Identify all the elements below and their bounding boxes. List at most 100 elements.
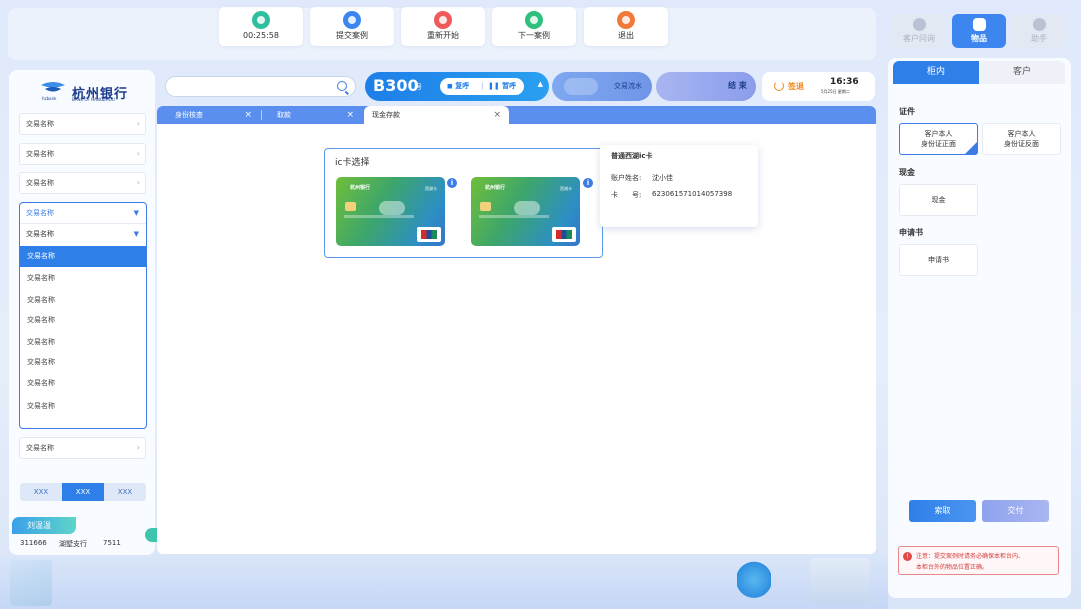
transaction-select-2[interactable]: 交易名称 ›: [19, 143, 146, 165]
teller-name-tag: 刘温温: [12, 517, 76, 534]
warning-line-2: 本柜台外的物品位置正确。: [916, 564, 989, 571]
transaction-flow-button[interactable]: 交易流水: [552, 72, 652, 101]
dropdown-option[interactable]: 交易名称: [20, 332, 146, 353]
transaction-select-value: 交易名称: [26, 179, 54, 187]
transaction-select-3[interactable]: 交易名称 ›: [19, 172, 146, 194]
queue-call-panel: B300 号 ◼ 复呼 | ❚❚ 暂呼 ▲: [365, 72, 549, 101]
transaction-select-value: 交易名称: [26, 444, 54, 452]
tab-customer[interactable]: 客户: [979, 61, 1065, 84]
card-type: 西湖卡: [560, 186, 572, 191]
close-icon[interactable]: ×: [244, 106, 252, 124]
restart-button[interactable]: 重新开始: [401, 7, 485, 46]
teller-id: 311666: [20, 539, 47, 547]
assistant-button[interactable]: 助手: [1012, 14, 1066, 48]
transaction-select-4[interactable]: 交易名称 ›: [19, 437, 146, 459]
ic-card-option-2[interactable]: 杭州银行 西湖卡: [471, 177, 580, 246]
counter-customer-tabs: 柜内 客户: [893, 61, 1066, 84]
search-input[interactable]: [165, 76, 356, 97]
tab-identity-check[interactable]: 身份核查 ×: [160, 106, 260, 124]
id-card-back-item[interactable]: 客户本人 身份证反面: [982, 123, 1061, 155]
chevron-right-icon: ›: [136, 119, 140, 128]
dropdown-head-1[interactable]: 交易名称 ▼: [20, 203, 146, 224]
tab-label: 身份核查: [175, 111, 203, 119]
close-icon[interactable]: ×: [493, 106, 501, 124]
item-line: 身份证正面: [921, 140, 956, 148]
timer-label: 00:25:58: [243, 31, 279, 40]
pause-call-label: 暂呼: [502, 82, 517, 90]
collapse-handle[interactable]: [145, 528, 157, 542]
transaction-select-1[interactable]: 交易名称 ›: [19, 113, 146, 135]
timer-button[interactable]: 00:25:58: [219, 7, 303, 46]
deliver-button[interactable]: 交付: [982, 500, 1049, 522]
restart-icon: [434, 11, 452, 29]
info-icon[interactable]: i: [583, 178, 593, 188]
dropdown-option[interactable]: 交易名称: [20, 352, 146, 373]
signoff-button[interactable]: 签退: [788, 81, 804, 92]
info-icon[interactable]: i: [447, 178, 457, 188]
expand-up-icon[interactable]: ▲: [538, 80, 543, 88]
next-case-button[interactable]: 下一案例: [492, 7, 576, 46]
queue-suffix: 号: [415, 83, 422, 91]
warning-line-1: 注意：提交案例时请务必确保本柜台内、: [916, 553, 1025, 560]
caret-down-icon: ▼: [133, 230, 139, 238]
dropdown-head-2[interactable]: 交易名称 ▼: [20, 224, 146, 245]
next-icon: [525, 11, 543, 29]
dropdown-option[interactable]: 交易名称: [20, 396, 146, 417]
warning-note: ! 注意：提交案例时请务必确保本柜台内、 本柜台外的物品位置正确。: [898, 546, 1059, 575]
dropdown-option[interactable]: 交易名称: [20, 246, 146, 267]
customer-chat-button[interactable]: 客户问询: [892, 14, 946, 48]
section-cash: 现金: [899, 168, 915, 177]
close-icon[interactable]: ×: [346, 106, 354, 124]
cloud-icon: [379, 201, 405, 215]
dropdown-option[interactable]: 交易名称: [20, 310, 146, 331]
chevron-right-icon: ›: [136, 443, 140, 452]
account-name-value: 沈小佳: [652, 174, 673, 182]
exit-button[interactable]: 退出: [584, 7, 668, 46]
application-form-item[interactable]: 申请书: [899, 244, 978, 276]
tab-counter[interactable]: 柜内: [893, 61, 979, 84]
section-application-form: 申请书: [899, 228, 923, 237]
tab-withdrawal[interactable]: 取款 ×: [262, 106, 362, 124]
transaction-flow-label: 交易流水: [614, 82, 642, 90]
dropdown-head-label: 交易名称: [26, 209, 54, 217]
item-line: 客户本人: [924, 130, 953, 138]
recall-icon: ◼: [447, 82, 456, 90]
restart-label: 重新开始: [427, 31, 459, 40]
assistant-label: 助手: [1031, 34, 1047, 43]
transaction-dropdown: 交易名称 ▼ 交易名称 ▼ 交易名称 交易名称 交易名称 交易名称 交易名称 交…: [19, 202, 147, 429]
card-number-label: 卡 号:: [611, 191, 642, 199]
id-card-front-item[interactable]: 客户本人 身份证正面: [899, 123, 978, 155]
flow-icon: [564, 78, 598, 95]
pause-call-button[interactable]: ❚❚ 暂呼: [488, 78, 516, 95]
warning-icon: !: [903, 552, 912, 561]
cash-item[interactable]: 现金: [899, 184, 978, 216]
segment-option-1[interactable]: XXX: [20, 483, 62, 501]
card-number-value: 6230615710140573​98: [652, 190, 733, 198]
card-number-strip: [479, 215, 549, 218]
items-button[interactable]: 物品: [952, 14, 1006, 48]
dropdown-option[interactable]: 交易名称: [20, 268, 146, 289]
tab-cash-deposit[interactable]: 现金存款 ×: [364, 106, 509, 124]
end-button[interactable]: 结 束: [656, 72, 756, 101]
recall-button[interactable]: ◼ 复呼: [447, 78, 469, 95]
exit-label: 退出: [618, 31, 634, 40]
segment-option-2[interactable]: XXX: [62, 483, 104, 501]
unionpay-logo-icon: [552, 227, 576, 242]
dropdown-option[interactable]: 交易名称: [20, 290, 146, 311]
check-corner-icon: [965, 142, 977, 154]
clock-time: 16:36: [830, 77, 859, 87]
pill-divider: |: [481, 82, 484, 90]
ic-card-option-1[interactable]: 杭州银行 西湖卡: [336, 177, 445, 246]
item-line: 身份证反面: [1004, 140, 1039, 148]
section-id-docs: 证件: [899, 107, 915, 116]
dropdown-option[interactable]: 交易名称: [20, 373, 146, 394]
power-icon[interactable]: [774, 81, 784, 91]
tab-label: 取款: [277, 111, 291, 119]
bank-short-name: hzbank: [42, 96, 57, 101]
submit-case-button[interactable]: 提交案例: [310, 7, 394, 46]
unionpay-logo-icon: [417, 227, 441, 242]
fetch-button[interactable]: 索取: [909, 500, 976, 522]
ic-card-select-title: ic卡选择: [335, 158, 370, 168]
segment-option-3[interactable]: XXX: [104, 483, 146, 501]
item-line: 客户本人: [1007, 130, 1036, 138]
